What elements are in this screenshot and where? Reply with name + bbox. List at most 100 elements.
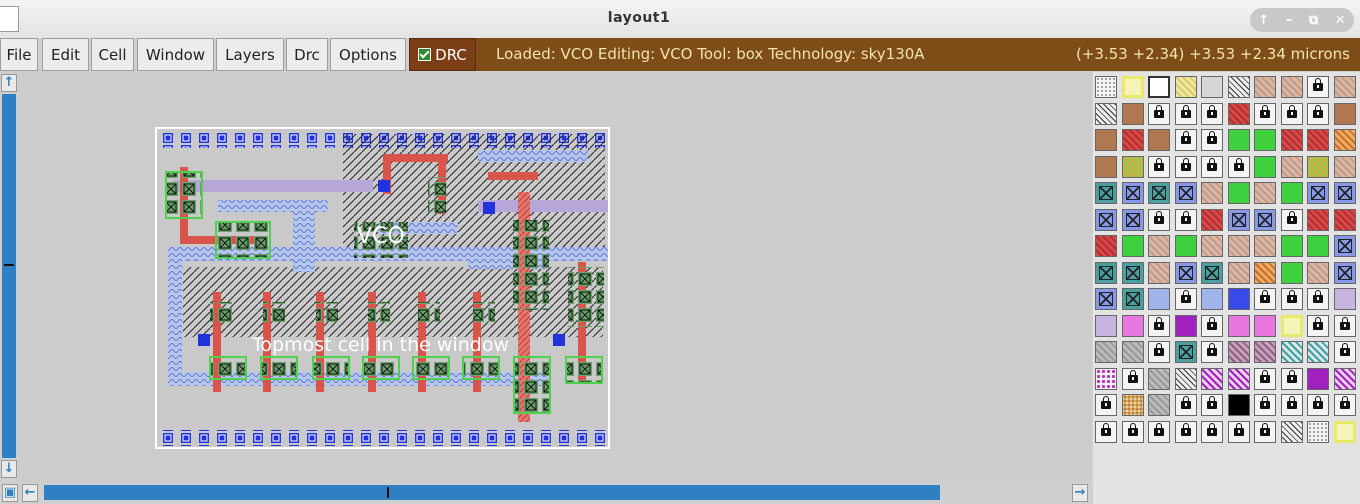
layer-swatch[interactable] <box>1280 208 1303 231</box>
layer-swatch[interactable] <box>1174 235 1197 257</box>
layer-swatch[interactable] <box>1148 102 1170 125</box>
layer-swatch[interactable] <box>1201 129 1223 151</box>
layer-swatch[interactable] <box>1174 155 1197 178</box>
layer-swatch[interactable] <box>1201 235 1223 257</box>
menu-cell[interactable]: Cell <box>91 38 134 71</box>
layer-swatch[interactable] <box>1095 314 1117 337</box>
layer-swatch[interactable] <box>1307 288 1329 310</box>
layer-swatch[interactable] <box>1333 341 1356 363</box>
layer-swatch[interactable] <box>1148 182 1170 204</box>
layer-swatch[interactable] <box>1095 341 1117 363</box>
scroll-down-icon[interactable]: ↓ <box>1 460 17 478</box>
layer-swatch[interactable] <box>1148 76 1170 98</box>
layer-swatch[interactable] <box>1201 341 1223 363</box>
layer-swatch[interactable] <box>1280 182 1303 204</box>
layer-swatch[interactable] <box>1121 341 1144 363</box>
layer-swatch[interactable] <box>1174 182 1197 204</box>
scroll-corner-icon[interactable]: ▣ <box>2 484 18 502</box>
layer-swatch[interactable] <box>1121 208 1144 231</box>
layer-swatch[interactable] <box>1174 129 1197 151</box>
layer-swatch[interactable] <box>1254 208 1276 231</box>
vertical-scrollbar[interactable]: ↑ ↓ <box>0 72 18 482</box>
layer-swatch[interactable] <box>1095 261 1117 284</box>
layer-swatch[interactable] <box>1280 129 1303 151</box>
layer-swatch[interactable] <box>1333 235 1356 257</box>
layer-swatch[interactable] <box>1148 341 1170 363</box>
layer-swatch[interactable] <box>1280 314 1303 337</box>
layer-swatch[interactable] <box>1148 420 1170 443</box>
layer-swatch[interactable] <box>1095 129 1117 151</box>
layer-swatch[interactable] <box>1280 102 1303 125</box>
layer-swatch[interactable] <box>1201 394 1223 416</box>
layer-swatch[interactable] <box>1280 394 1303 416</box>
layer-swatch[interactable] <box>1307 208 1329 231</box>
close-icon[interactable]: ✕ <box>1335 13 1346 28</box>
layer-swatch[interactable] <box>1254 261 1276 284</box>
layer-swatch[interactable] <box>1307 420 1329 443</box>
maximize-icon[interactable]: ⧉ <box>1309 13 1318 28</box>
layer-swatch[interactable] <box>1174 341 1197 363</box>
layer-swatch[interactable] <box>1201 102 1223 125</box>
layer-swatch[interactable] <box>1201 314 1223 337</box>
layer-swatch[interactable] <box>1280 420 1303 443</box>
layer-swatch[interactable] <box>1095 367 1117 390</box>
layer-swatch[interactable] <box>1095 102 1117 125</box>
layer-swatch[interactable] <box>1307 155 1329 178</box>
menu-window[interactable]: Window <box>137 38 214 71</box>
layer-swatch[interactable] <box>1333 367 1356 390</box>
menu-file[interactable]: File <box>0 38 38 71</box>
layer-swatch[interactable] <box>1174 261 1197 284</box>
layer-swatch[interactable] <box>1254 155 1276 178</box>
layer-swatch[interactable] <box>1095 155 1117 178</box>
layer-swatch[interactable] <box>1174 76 1197 98</box>
layer-swatch[interactable] <box>1307 129 1329 151</box>
layer-swatch[interactable] <box>1227 235 1250 257</box>
layer-swatch[interactable] <box>1307 367 1329 390</box>
layer-swatch[interactable] <box>1201 420 1223 443</box>
layer-swatch[interactable] <box>1148 129 1170 151</box>
keep-above-icon[interactable]: ↑ <box>1258 13 1269 28</box>
layer-swatch[interactable] <box>1307 182 1329 204</box>
layer-swatch[interactable] <box>1148 208 1170 231</box>
vertical-scroll-thumb[interactable] <box>2 94 16 458</box>
layer-swatch[interactable] <box>1174 314 1197 337</box>
menu-drc[interactable]: Drc <box>286 38 328 71</box>
layer-swatch[interactable] <box>1280 261 1303 284</box>
layout-canvas[interactable]: VCO Topmost cell in the window <box>18 72 1091 482</box>
layer-swatch[interactable] <box>1333 288 1356 310</box>
layer-swatch[interactable] <box>1174 367 1197 390</box>
layer-swatch[interactable] <box>1280 155 1303 178</box>
layer-swatch[interactable] <box>1254 235 1276 257</box>
layer-swatch[interactable] <box>1227 76 1250 98</box>
layer-swatch[interactable] <box>1095 182 1117 204</box>
layer-swatch[interactable] <box>1174 420 1197 443</box>
layer-swatch[interactable] <box>1280 341 1303 363</box>
layer-swatch[interactable] <box>1174 208 1197 231</box>
layer-swatch[interactable] <box>1095 288 1117 310</box>
layer-swatch[interactable] <box>1121 129 1144 151</box>
cell-vco[interactable] <box>155 127 610 449</box>
menu-options[interactable]: Options <box>330 38 406 71</box>
layer-swatch[interactable] <box>1148 155 1170 178</box>
layer-swatch[interactable] <box>1201 288 1223 310</box>
layer-swatch[interactable] <box>1121 288 1144 310</box>
layer-swatch[interactable] <box>1254 367 1276 390</box>
layer-swatch[interactable] <box>1227 129 1250 151</box>
layer-swatch[interactable] <box>1148 314 1170 337</box>
layer-swatch[interactable] <box>1254 394 1276 416</box>
layer-swatch[interactable] <box>1121 367 1144 390</box>
layer-swatch[interactable] <box>1095 76 1117 98</box>
layer-swatch[interactable] <box>1174 394 1197 416</box>
layer-swatch[interactable] <box>1121 314 1144 337</box>
scroll-right-icon[interactable]: → <box>1072 484 1088 502</box>
layer-swatch[interactable] <box>1254 420 1276 443</box>
layer-swatch[interactable] <box>1201 182 1223 204</box>
layer-swatch[interactable] <box>1333 76 1356 98</box>
drc-toggle[interactable]: DRC <box>409 38 476 71</box>
scroll-up-icon[interactable]: ↑ <box>1 74 17 92</box>
layer-swatch[interactable] <box>1333 394 1356 416</box>
layer-swatch[interactable] <box>1307 102 1329 125</box>
layer-swatch[interactable] <box>1307 314 1329 337</box>
layer-swatch[interactable] <box>1227 394 1250 416</box>
layer-swatch[interactable] <box>1148 261 1170 284</box>
